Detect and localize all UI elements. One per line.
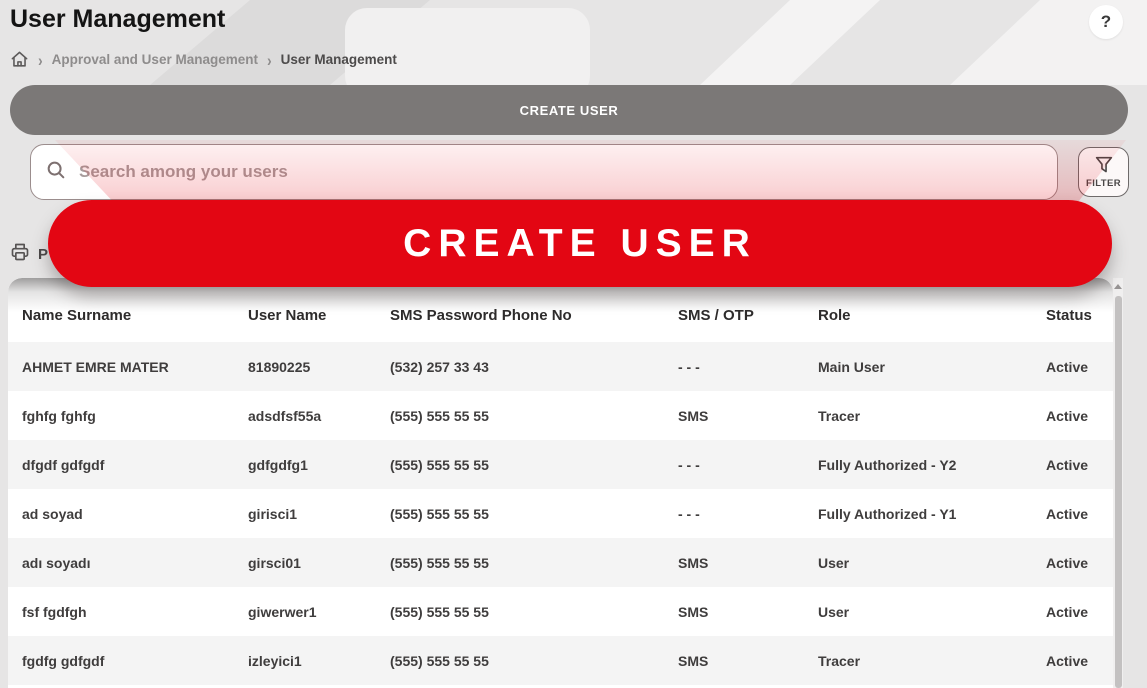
create-user-callout-button[interactable]: CREATE USER (48, 200, 1112, 287)
table-cell: Active (1046, 408, 1113, 424)
table-cell: (532) 257 33 43 (390, 359, 678, 375)
page-title: User Management (10, 5, 225, 34)
table-cell: gdfgdfg1 (248, 457, 390, 473)
printer-icon (10, 242, 30, 267)
table-cell: SMS (678, 604, 818, 620)
table-row[interactable]: fsf fgdfghgiwerwer1(555) 555 55 55SMSUse… (8, 587, 1113, 636)
create-user-button[interactable]: CREATE USER (10, 85, 1128, 135)
column-header: User Name (248, 297, 390, 324)
table-cell: Active (1046, 555, 1113, 571)
print-button-label: P (38, 246, 48, 263)
table-cell: SMS (678, 408, 818, 424)
table-cell: izleyici1 (248, 653, 390, 669)
table-cell: adı soyadı (22, 555, 248, 571)
table-cell: Fully Authorized - Y2 (818, 457, 1046, 473)
table-cell: User (818, 604, 1046, 620)
table-cell: Active (1046, 506, 1113, 522)
table-body: AHMET EMRE MATER81890225(532) 257 33 43-… (8, 342, 1113, 685)
table-cell: Main User (818, 359, 1046, 375)
breadcrumb-item-user-management: User Management (281, 52, 397, 67)
filter-funnel-icon (1094, 156, 1114, 177)
table-cell: fsf fgdfgh (22, 604, 248, 620)
table-cell: dfgdf gdfgdf (22, 457, 248, 473)
table-cell: ad soyad (22, 506, 248, 522)
table-cell: Active (1046, 653, 1113, 669)
breadcrumb: › Approval and User Management › User Ma… (10, 50, 397, 69)
filter-button-label: FILTER (1086, 178, 1121, 189)
table-cell: 81890225 (248, 359, 390, 375)
table-row[interactable]: AHMET EMRE MATER81890225(532) 257 33 43-… (8, 342, 1113, 391)
table-cell: Fully Authorized - Y1 (818, 506, 1046, 522)
column-header: Status (1046, 297, 1113, 324)
table-cell: Tracer (818, 408, 1046, 424)
search-box[interactable] (30, 144, 1058, 200)
home-icon[interactable] (10, 50, 29, 69)
table-row[interactable]: ad soyadgirisci1(555) 555 55 55- - -Full… (8, 489, 1113, 538)
table-cell: (555) 555 55 55 (390, 653, 678, 669)
users-table: Name SurnameUser NameSMS Password Phone … (8, 278, 1113, 688)
table-cell: (555) 555 55 55 (390, 604, 678, 620)
table-cell: adsdfsf55a (248, 408, 390, 424)
table-row[interactable]: fgdfg gdfgdfizleyici1(555) 555 55 55SMST… (8, 636, 1113, 685)
table-cell: (555) 555 55 55 (390, 457, 678, 473)
column-header: Role (818, 297, 1046, 324)
table-cell: (555) 555 55 55 (390, 408, 678, 424)
search-input[interactable] (77, 161, 1043, 183)
table-cell: User (818, 555, 1046, 571)
column-header: Name Surname (22, 297, 248, 324)
table-cell: (555) 555 55 55 (390, 555, 678, 571)
table-cell: - - - (678, 506, 818, 522)
table-cell: Active (1046, 359, 1113, 375)
table-cell: fghfg fghfg (22, 408, 248, 424)
column-header: SMS Password Phone No (390, 297, 678, 324)
search-icon (45, 159, 77, 186)
table-cell: - - - (678, 359, 818, 375)
breadcrumb-separator: › (38, 50, 43, 69)
table-header-row: Name SurnameUser NameSMS Password Phone … (8, 278, 1113, 342)
table-cell: Active (1046, 457, 1113, 473)
table-cell: AHMET EMRE MATER (22, 359, 248, 375)
table-cell: Tracer (818, 653, 1046, 669)
table-cell: fgdfg gdfgdf (22, 653, 248, 669)
scroll-up-arrow-icon[interactable] (1114, 284, 1122, 289)
filter-button[interactable]: FILTER (1078, 147, 1129, 197)
table-cell: - - - (678, 457, 818, 473)
user-management-page: User Management ? › Approval and User Ma… (0, 0, 1147, 688)
table-row[interactable]: adı soyadıgirsci01(555) 555 55 55SMSUser… (8, 538, 1113, 587)
breadcrumb-separator: › (267, 50, 272, 69)
table-cell: SMS (678, 555, 818, 571)
table-cell: giwerwer1 (248, 604, 390, 620)
table-scrollbar[interactable] (1113, 278, 1123, 688)
column-header: SMS / OTP (678, 297, 818, 324)
table-row[interactable]: dfgdf gdfgdfgdfgdfg1(555) 555 55 55- - -… (8, 440, 1113, 489)
breadcrumb-item-approval-and-user-management[interactable]: Approval and User Management (52, 52, 258, 67)
table-row[interactable]: fghfg fghfgadsdfsf55a(555) 555 55 55SMST… (8, 391, 1113, 440)
help-icon: ? (1101, 12, 1111, 32)
table-cell: Active (1046, 604, 1113, 620)
table-cell: SMS (678, 653, 818, 669)
print-button[interactable]: P (10, 242, 48, 267)
table-cell: girisci1 (248, 506, 390, 522)
scrollbar-thumb[interactable] (1115, 296, 1122, 688)
table-cell: girsci01 (248, 555, 390, 571)
help-button[interactable]: ? (1089, 5, 1123, 39)
table-cell: (555) 555 55 55 (390, 506, 678, 522)
